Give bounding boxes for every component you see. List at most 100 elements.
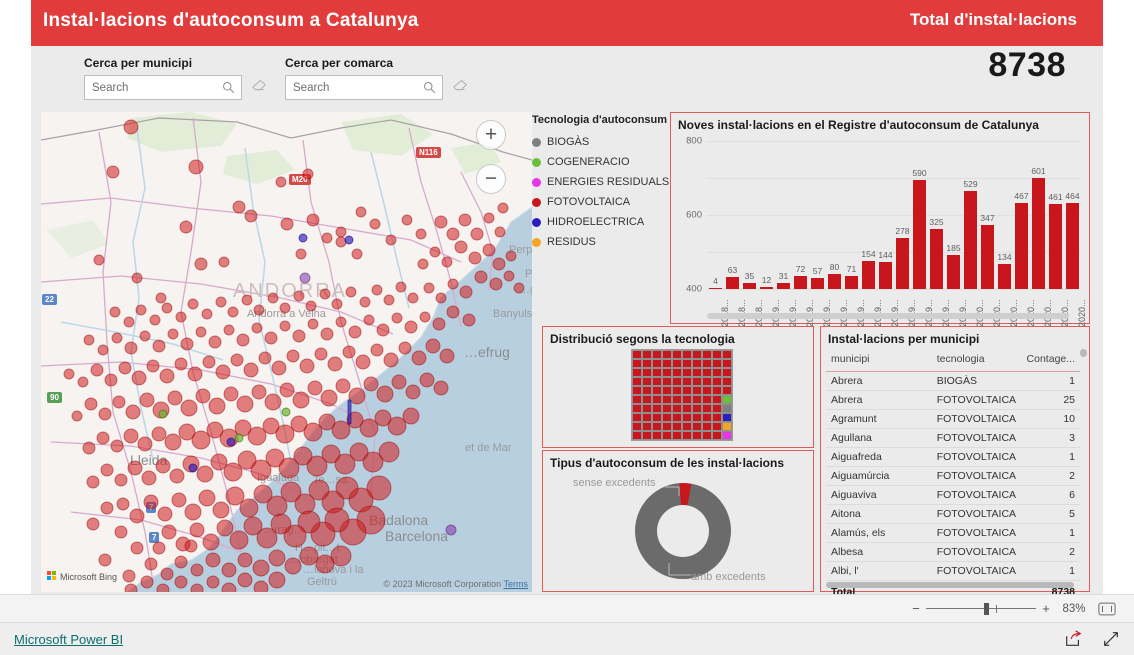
waffle-cell[interactable] <box>692 413 702 422</box>
waffle-cell[interactable] <box>712 431 722 440</box>
waffle-cell[interactable] <box>712 395 722 404</box>
waffle-cell[interactable] <box>632 431 642 440</box>
bar-chart-bar[interactable] <box>708 288 723 289</box>
waffle-cell[interactable] <box>632 350 642 359</box>
search-municipi-box[interactable] <box>84 75 242 100</box>
waffle-cell[interactable] <box>682 431 692 440</box>
waffle-cell[interactable] <box>642 359 652 368</box>
bar-chart-bar[interactable] <box>810 278 825 289</box>
bar-chart-bar[interactable] <box>946 254 961 289</box>
search-comarca-input[interactable] <box>286 76 442 99</box>
waffle-cell[interactable] <box>702 359 712 368</box>
waffle-cell[interactable] <box>632 404 642 413</box>
table-row[interactable]: Aiguafreda FOTOVOLTAICA 1 <box>826 447 1080 467</box>
bar-chart-bar[interactable] <box>759 286 774 289</box>
table-row[interactable]: Aiguaviva FOTOVOLTAICA 6 <box>826 485 1080 505</box>
fullscreen-icon[interactable] <box>1102 630 1120 648</box>
legend-item-fotovoltaica[interactable]: FOTOVOLTAICA <box>532 192 668 212</box>
bar-chart-bar[interactable] <box>980 224 995 289</box>
waffle-cell[interactable] <box>672 386 682 395</box>
waffle-cell[interactable] <box>702 422 712 431</box>
bar-chart-bar[interactable] <box>878 262 893 289</box>
waffle-cell[interactable] <box>702 368 712 377</box>
table-col-contage[interactable]: Contage... <box>1021 349 1080 372</box>
waffle-cell[interactable] <box>672 350 682 359</box>
waffle-cell[interactable] <box>692 386 702 395</box>
waffle-cell[interactable] <box>672 395 682 404</box>
waffle-cell[interactable] <box>712 377 722 386</box>
table-row[interactable]: Aitona FOTOVOLTAICA 5 <box>826 504 1080 524</box>
waffle-cell[interactable] <box>652 377 662 386</box>
map-data-points[interactable] <box>41 112 532 592</box>
waffle-cell[interactable] <box>632 377 642 386</box>
waffle-cell[interactable] <box>712 386 722 395</box>
bar-chart-bar[interactable] <box>929 228 944 289</box>
waffle-cell[interactable] <box>672 368 682 377</box>
table-row[interactable]: Alamús, els FOTOVOLTAICA 1 <box>826 523 1080 543</box>
powerbi-brand-link[interactable]: Microsoft Power BI <box>14 632 123 647</box>
zoom-in-button[interactable]: + <box>1038 601 1054 616</box>
waffle-cell[interactable] <box>662 350 672 359</box>
waffle-cell[interactable] <box>712 413 722 422</box>
waffle-cell[interactable] <box>632 386 642 395</box>
waffle-cell[interactable] <box>692 422 702 431</box>
waffle-cell[interactable] <box>652 350 662 359</box>
table-row[interactable]: Aiguamúrcia FOTOVOLTAICA 2 <box>826 466 1080 486</box>
waffle-cell[interactable] <box>632 395 642 404</box>
waffle-cell[interactable] <box>662 386 672 395</box>
legend-item-cogeneracio[interactable]: COGENERACIO <box>532 152 668 172</box>
bar-chart-bar[interactable] <box>793 275 808 289</box>
clear-comarca-eraser-icon[interactable] <box>453 79 468 97</box>
clear-municipi-eraser-icon[interactable] <box>252 79 267 97</box>
waffle-cell[interactable] <box>642 404 652 413</box>
bar-chart-bar[interactable] <box>861 260 876 289</box>
waffle-cell[interactable] <box>722 386 732 395</box>
waffle-cell[interactable] <box>652 395 662 404</box>
table-row[interactable]: Agullana FOTOVOLTAICA 3 <box>826 428 1080 448</box>
table-horizontal-scrollbar[interactable] <box>826 582 1074 588</box>
waffle-cell[interactable] <box>692 368 702 377</box>
table-row[interactable]: Albi, l' FOTOVOLTAICA 1 <box>826 561 1080 581</box>
bar-chart-bar[interactable] <box>844 275 859 289</box>
waffle-cell[interactable] <box>682 377 692 386</box>
waffle-cell[interactable] <box>662 395 672 404</box>
waffle-cell[interactable] <box>702 404 712 413</box>
search-comarca-box[interactable] <box>285 75 443 100</box>
share-icon[interactable] <box>1064 630 1082 648</box>
waffle-cell[interactable] <box>692 359 702 368</box>
waffle-cell[interactable] <box>722 368 732 377</box>
map-terms-link[interactable]: Terms <box>504 579 529 589</box>
waffle-cell[interactable] <box>642 386 652 395</box>
technology-distribution-visual[interactable]: Distribució segons la tecnologia <box>542 326 814 448</box>
fit-to-page-icon[interactable] <box>1094 600 1120 618</box>
bar-chart-bar[interactable] <box>827 274 842 289</box>
waffle-cell[interactable] <box>712 359 722 368</box>
waffle-cell[interactable] <box>702 350 712 359</box>
waffle-cell[interactable] <box>702 377 712 386</box>
waffle-cell[interactable] <box>682 422 692 431</box>
waffle-cell[interactable] <box>702 395 712 404</box>
waffle-cell[interactable] <box>702 431 712 440</box>
bar-chart-bar[interactable] <box>1048 203 1063 289</box>
waffle-cell[interactable] <box>662 359 672 368</box>
waffle-cell[interactable] <box>632 413 642 422</box>
waffle-cell[interactable] <box>632 422 642 431</box>
waffle-cell[interactable] <box>692 431 702 440</box>
zoom-slider[interactable] <box>926 602 1036 616</box>
waffle-cell[interactable] <box>712 368 722 377</box>
waffle-cell[interactable] <box>642 395 652 404</box>
bar-chart-bar[interactable] <box>742 282 757 289</box>
bar-chart-visual[interactable]: Noves instal·lacions en el Registre d'au… <box>670 112 1090 443</box>
waffle-cell[interactable] <box>662 404 672 413</box>
table-row[interactable]: Abrera FOTOVOLTAICA 25 <box>826 390 1080 410</box>
waffle-cell[interactable] <box>672 359 682 368</box>
waffle-cell[interactable] <box>712 404 722 413</box>
waffle-cell[interactable] <box>692 350 702 359</box>
bar-chart-bar[interactable] <box>997 264 1012 289</box>
waffle-cell[interactable] <box>722 422 732 431</box>
waffle-cell[interactable] <box>642 422 652 431</box>
bar-chart-bar[interactable] <box>776 283 791 289</box>
waffle-cell[interactable] <box>642 368 652 377</box>
bar-chart-bar[interactable] <box>1065 203 1080 289</box>
zoom-slider-thumb[interactable] <box>984 602 989 615</box>
